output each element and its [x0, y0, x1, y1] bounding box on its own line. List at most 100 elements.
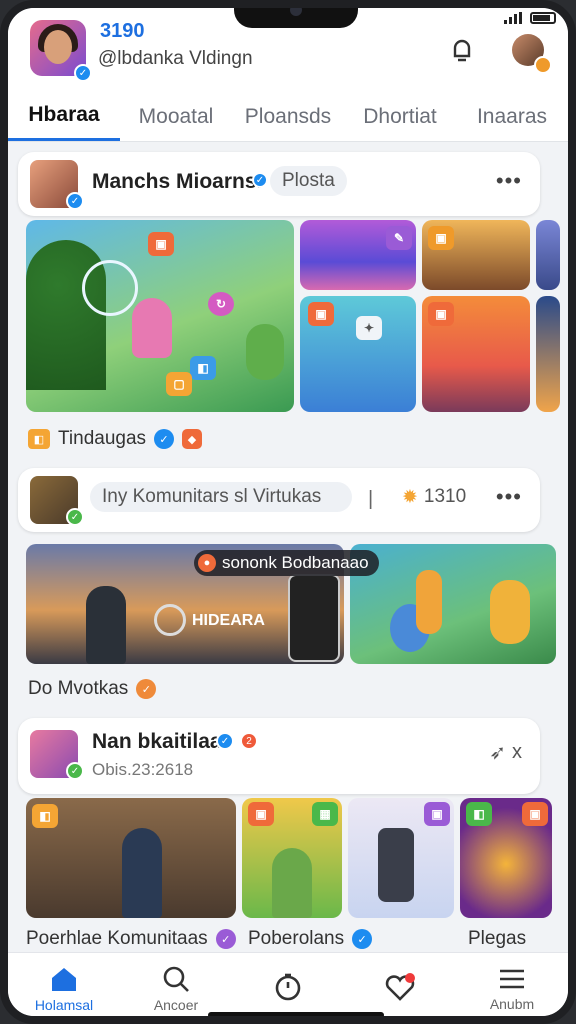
- home-icon: [52, 967, 76, 991]
- nav-home[interactable]: Holamsal: [8, 953, 120, 1016]
- character-figure: [132, 298, 172, 358]
- grid-caption: Poberolans ✓: [248, 928, 373, 950]
- notification-badge: 2: [240, 732, 258, 750]
- post-header-card[interactable]: ✓ Nan bkaitilaa ✓ 2 Obis.23:2618 ➶ x: [18, 718, 540, 794]
- media-tile[interactable]: ✎: [300, 220, 416, 290]
- verified-badge-icon: ✓: [216, 732, 234, 750]
- notification-heart-icon: [385, 972, 415, 1001]
- follower-count: 3190: [100, 20, 145, 42]
- camera-notch: [234, 8, 358, 28]
- verified-badge-icon: ✓: [136, 679, 157, 699]
- person-figure: [86, 586, 126, 664]
- person-figure: [122, 828, 162, 918]
- caption-text: Tindaugas: [58, 428, 147, 449]
- media-badge-icon: ▦: [312, 802, 338, 826]
- media-badge-icon: ✎: [386, 226, 412, 250]
- verified-badge-icon: ✓: [66, 508, 84, 526]
- character-figure: [490, 580, 530, 644]
- status-badge: [534, 56, 552, 74]
- post-timestamp: Obis.23:2618: [92, 760, 194, 779]
- community-count-value: 1310: [423, 486, 467, 507]
- pin-button[interactable]: ➶ x: [489, 740, 522, 765]
- divider: |: [368, 488, 374, 510]
- avatar-face: [44, 30, 72, 64]
- community-count[interactable]: ✹ 1310: [390, 482, 479, 512]
- post-header-card[interactable]: ✓ Manchs Mioarnsi ✓ Plosta •••: [18, 152, 540, 216]
- media-badge-icon: ✦: [356, 316, 382, 340]
- play-icon[interactable]: [154, 604, 186, 636]
- video-overlay-label: HIDEARA: [192, 612, 265, 629]
- close-label: x: [512, 741, 522, 763]
- media-badge-icon: ◧: [466, 802, 492, 826]
- nav-label: Anubm: [489, 995, 535, 1012]
- post-caption: ◧ Tindaugas ✓ ◆: [28, 428, 203, 450]
- media-tile[interactable]: [536, 220, 560, 290]
- community-name-pill[interactable]: Iny Komunitars sl Virtukas: [90, 482, 352, 512]
- media-tile-main[interactable]: ▣ ↻ ◧ ▢: [26, 220, 294, 412]
- live-icon: ●: [198, 554, 216, 572]
- post-author-name[interactable]: Manchs Mioarnsi: [92, 170, 262, 194]
- grid-tile[interactable]: ▣: [348, 798, 454, 918]
- community-grid: ◧ ▣ ▦ ▣ ◧ ▣: [26, 798, 552, 918]
- community-card[interactable]: ✓ Iny Komunitars sl Virtukas | ✹ 1310 ••…: [18, 468, 540, 532]
- caption-text: Plegas: [468, 928, 527, 949]
- media-tile[interactable]: [536, 296, 560, 412]
- verified-badge-icon: ✓: [74, 64, 92, 82]
- post-tag[interactable]: Plosta: [270, 166, 347, 196]
- tab-inaaras[interactable]: Inaaras: [456, 92, 568, 141]
- media-badge-icon: ◧: [32, 804, 58, 828]
- tab-dhortiat[interactable]: Dhortiat: [344, 92, 456, 141]
- verified-badge-icon: ✓: [154, 429, 175, 449]
- tag-icon: ◧: [28, 429, 50, 449]
- grid-tile[interactable]: ◧ ▣: [460, 798, 552, 918]
- grid-caption: Poerhlae Komunitaas ✓: [26, 928, 236, 950]
- pin-icon: ➶: [489, 742, 506, 764]
- nav-menu[interactable]: Anubm: [456, 953, 568, 1016]
- caption-text: Do Mvotkas: [28, 678, 129, 699]
- tab-hbaraa[interactable]: Hbaraa: [8, 92, 120, 141]
- media-tile[interactable]: ▣: [422, 220, 530, 290]
- media-gallery: ▣ ↻ ◧ ▢ ✎ ▣ ✦ ▣ ▣: [26, 220, 560, 412]
- share-icon: ↻: [208, 292, 234, 316]
- user-handle: @lbdanka Vldingn: [98, 48, 253, 69]
- nav-label: Holamsal: [34, 996, 94, 1013]
- status-bar: [504, 8, 556, 28]
- verified-badge-icon: ✓: [252, 172, 268, 188]
- post-author-name[interactable]: Nan bkaitilaa: [92, 730, 222, 754]
- media-badge-icon: ▢: [166, 372, 192, 396]
- tab-ploansds[interactable]: Ploansds: [232, 92, 344, 141]
- verified-badge-icon: ✓: [66, 192, 84, 210]
- palm-tree: [26, 240, 106, 390]
- phone-screen: [288, 574, 340, 662]
- home-indicator[interactable]: [208, 1012, 384, 1016]
- media-badge-icon: ▣: [428, 226, 454, 250]
- bell-icon[interactable]: [448, 36, 476, 64]
- badge-icon: ✓: [215, 929, 236, 949]
- video-caption: Do Mvotkas ✓: [28, 678, 157, 700]
- video-title: sononk Bodbanaao: [222, 553, 369, 572]
- media-badge-icon: ▣: [248, 802, 274, 826]
- media-tile[interactable]: ▣: [422, 296, 530, 412]
- more-options-button[interactable]: •••: [496, 484, 522, 510]
- video-title-chip[interactable]: ● sononk Bodbanaao: [194, 550, 379, 576]
- menu-icon: [500, 969, 524, 988]
- verified-badge-icon: ✓: [66, 762, 84, 780]
- character-figure: [416, 570, 442, 634]
- caption-text: Poerhlae Komunitaas: [26, 928, 208, 949]
- grid-tile[interactable]: ▣ ▦: [242, 798, 342, 918]
- more-options-button[interactable]: •••: [496, 168, 522, 194]
- video-tile[interactable]: [350, 544, 556, 664]
- person-figure: [272, 848, 312, 918]
- media-badge-icon: ◧: [190, 356, 216, 380]
- media-badge-icon: ▣: [308, 302, 334, 326]
- nav-label: Ancoer: [153, 996, 199, 1013]
- search-icon: [163, 966, 189, 992]
- grid-caption: Plegas: [468, 928, 526, 950]
- ring-icon: [82, 260, 138, 316]
- phone-icon: [378, 828, 414, 902]
- media-tile[interactable]: ▣ ✦: [300, 296, 416, 412]
- caption-text: Poberolans: [248, 928, 345, 949]
- media-badge-icon: ▣: [148, 232, 174, 256]
- tab-mooatal[interactable]: Mooatal: [120, 92, 232, 141]
- grid-tile[interactable]: ◧: [26, 798, 236, 918]
